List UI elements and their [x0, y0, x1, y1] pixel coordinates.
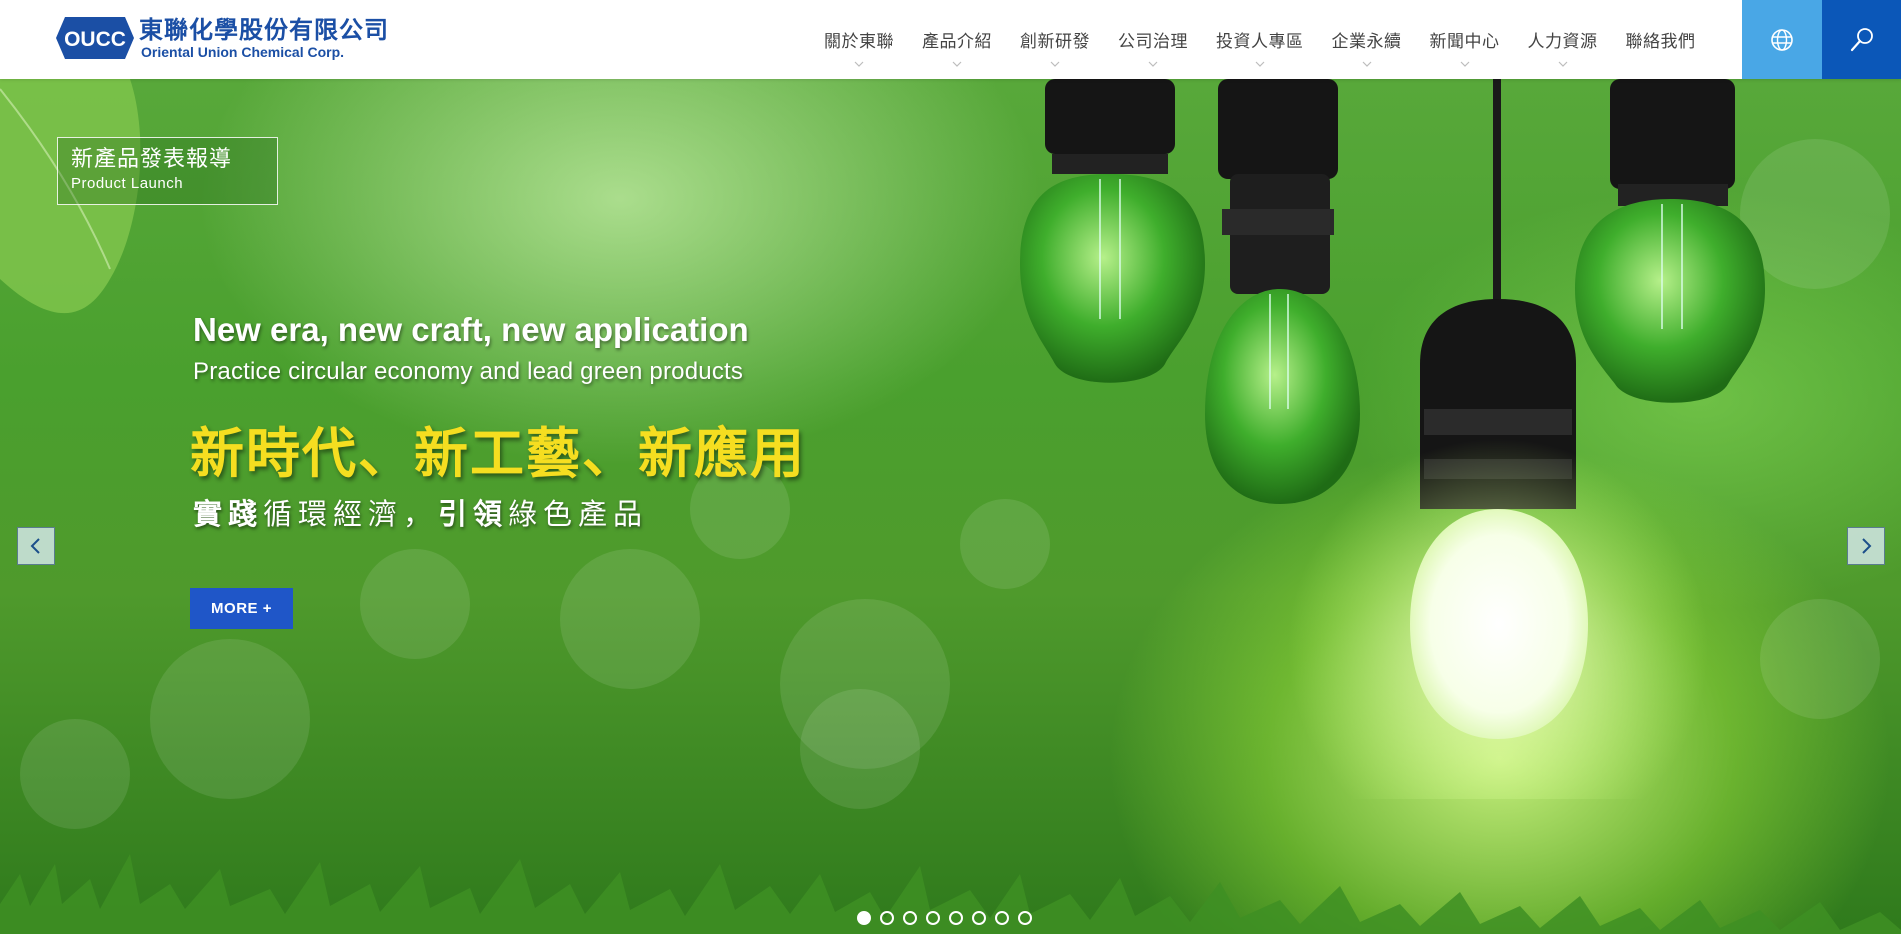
slider-prev-button[interactable]	[17, 527, 55, 565]
nav-label: 聯絡我們	[1625, 32, 1696, 52]
slider-dot-8[interactable]	[1018, 911, 1032, 925]
search-icon	[1850, 27, 1873, 51]
slider-dot-1[interactable]	[857, 911, 871, 925]
hero-headline-cn: 新時代、新工藝、新應用	[190, 422, 806, 485]
chevron-down-icon	[1050, 61, 1060, 67]
slider-dot-7[interactable]	[995, 911, 1009, 925]
subline-text: 綠色產品	[508, 497, 649, 531]
chevron-down-icon	[952, 61, 962, 67]
slider-next-button[interactable]	[1847, 527, 1885, 565]
chevron-right-icon	[1862, 538, 1872, 554]
nav-label: 人力資源	[1527, 32, 1598, 52]
slider-dot-6[interactable]	[972, 911, 986, 925]
hero-subline-en: Practice circular economy and lead green…	[193, 358, 744, 385]
slider-dot-5[interactable]	[949, 911, 963, 925]
svg-text:OUCC: OUCC	[64, 28, 126, 51]
chevron-down-icon	[854, 61, 864, 67]
slider-dot-2[interactable]	[880, 911, 894, 925]
bokeh-decoration	[800, 689, 920, 809]
site-logo[interactable]: OUCC 東聯化學股份有限公司 Oriental Union Chemical …	[55, 14, 389, 62]
leaf-decoration	[0, 79, 141, 314]
nav-item-contact[interactable]: 聯絡我們	[1612, 0, 1710, 79]
chevron-down-icon	[1148, 61, 1158, 67]
slider-pagination	[857, 911, 1032, 925]
nav-item-investors[interactable]: 投資人專區	[1202, 0, 1318, 79]
nav-label: 公司治理	[1118, 32, 1188, 52]
main-nav: 關於東聯 產品介紹 創新研發 公司治理 投資人專區 企業永續 新聞中心 人力資源…	[810, 0, 1710, 79]
nav-label: 創新研發	[1020, 32, 1090, 52]
product-launch-badge[interactable]: 新產品發表報導 Product Launch	[57, 137, 278, 205]
badge-title-cn: 新產品發表報導	[71, 147, 233, 172]
bokeh-decoration	[20, 719, 130, 829]
language-button[interactable]	[1742, 0, 1822, 79]
globe-icon	[1771, 28, 1793, 51]
subline-emphasis: 實踐	[193, 497, 264, 531]
hero-headline-en: New era, new craft, new application	[193, 311, 749, 348]
light-bulbs-illustration	[1020, 79, 1765, 799]
chevron-down-icon	[1558, 61, 1567, 67]
bokeh-decoration	[560, 549, 700, 689]
search-button[interactable]	[1822, 0, 1901, 79]
slider-dot-3[interactable]	[903, 911, 917, 925]
chevron-down-icon	[1362, 61, 1371, 67]
nav-item-sustainability[interactable]: 企業永續	[1318, 0, 1416, 79]
nav-item-hr[interactable]: 人力資源	[1514, 0, 1612, 79]
nav-item-about[interactable]: 關於東聯	[810, 0, 908, 79]
hero-subline-cn: 實踐循環經濟，引領綠色產品	[193, 491, 648, 533]
badge-title-en: Product Launch	[71, 175, 184, 192]
nav-item-products[interactable]: 產品介紹	[908, 0, 1006, 79]
nav-label: 新聞中心	[1429, 32, 1500, 52]
nav-label: 關於東聯	[824, 32, 894, 52]
chevron-left-icon	[30, 538, 40, 554]
nav-label: 產品介紹	[922, 32, 992, 52]
bokeh-decoration	[360, 549, 470, 659]
bokeh-decoration	[150, 639, 310, 799]
nav-item-news[interactable]: 新聞中心	[1416, 0, 1514, 79]
slider-dot-4[interactable]	[926, 911, 940, 925]
chevron-down-icon	[1255, 61, 1265, 67]
nav-label: 企業永續	[1331, 32, 1402, 52]
oucc-logo-icon: OUCC	[56, 17, 134, 59]
logo-text: 東聯化學股份有限公司 Oriental Union Chemical Corp.	[139, 16, 389, 60]
subline-emphasis: 引領	[438, 497, 509, 531]
more-button[interactable]: MORE +	[190, 588, 293, 629]
chevron-down-icon	[1460, 61, 1469, 67]
site-header: OUCC 東聯化學股份有限公司 Oriental Union Chemical …	[0, 0, 1901, 79]
company-name-en: Oriental Union Chemical Corp.	[141, 44, 345, 60]
company-name-cn: 東聯化學股份有限公司	[139, 16, 389, 44]
subline-text: 循環經濟，	[263, 497, 439, 531]
nav-item-governance[interactable]: 公司治理	[1104, 0, 1202, 79]
nav-label: 投資人專區	[1216, 32, 1304, 52]
nav-item-rnd[interactable]: 創新研發	[1006, 0, 1104, 79]
hero-slider: 新產品發表報導 Product Launch New era, new craf…	[0, 79, 1901, 934]
